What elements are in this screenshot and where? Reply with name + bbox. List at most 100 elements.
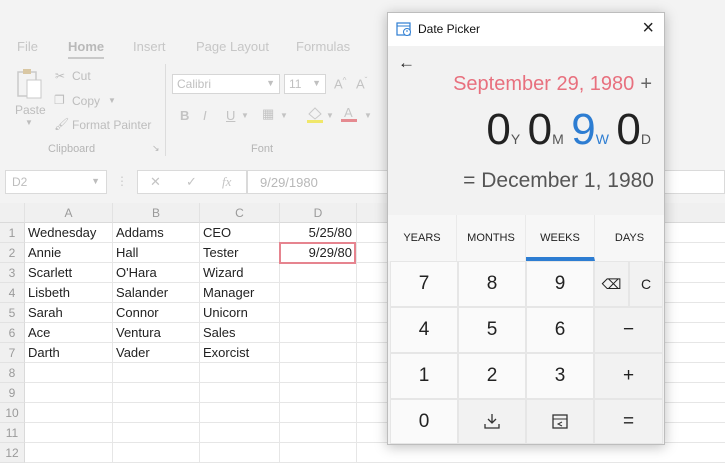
decrease-font-icon[interactable]: Aˇ — [356, 76, 367, 91]
table-cell[interactable] — [113, 363, 200, 383]
table-cell[interactable] — [200, 423, 280, 443]
font-name-combo[interactable]: Calibri ▼ — [172, 74, 280, 94]
table-cell[interactable] — [280, 283, 357, 303]
table-cell[interactable] — [280, 443, 357, 463]
table-cell[interactable] — [25, 423, 113, 443]
tab-file[interactable]: File — [17, 39, 38, 54]
paste-dropdown-icon[interactable]: ▼ — [25, 118, 33, 127]
tab-weeks[interactable]: WEEKS — [526, 215, 595, 261]
table-cell[interactable] — [200, 443, 280, 463]
bold-icon[interactable]: B — [180, 108, 189, 123]
table-cell[interactable] — [280, 423, 357, 443]
table-cell[interactable]: Addams — [113, 223, 200, 243]
table-cell[interactable] — [280, 383, 357, 403]
back-arrow-icon[interactable]: ← — [398, 53, 415, 73]
table-cell[interactable]: Ventura — [113, 323, 200, 343]
key-5[interactable]: 5 — [458, 307, 526, 353]
key-8[interactable]: 8 — [458, 261, 526, 307]
table-cell[interactable] — [280, 403, 357, 423]
close-icon[interactable]: × — [642, 18, 654, 38]
tab-insert[interactable]: Insert — [133, 39, 166, 54]
table-cell[interactable]: Ace — [25, 323, 113, 343]
tab-home[interactable]: Home — [68, 39, 105, 59]
tab-days[interactable]: DAYS — [595, 215, 664, 261]
table-cell[interactable] — [357, 443, 725, 463]
copy-button[interactable]: Copy — [72, 94, 100, 108]
borders-dropdown-icon[interactable]: ▼ — [280, 111, 288, 120]
row-header[interactable]: 11 — [0, 423, 25, 443]
table-cell[interactable]: Lisbeth — [25, 283, 113, 303]
table-cell[interactable] — [25, 363, 113, 383]
table-cell[interactable]: Scarlett — [25, 263, 113, 283]
column-header-b[interactable]: B — [113, 203, 200, 223]
table-cell[interactable]: Sales — [200, 323, 280, 343]
select-all-corner[interactable] — [0, 203, 25, 223]
plus-button[interactable]: + — [594, 353, 663, 399]
table-cell[interactable]: Annie — [25, 243, 113, 263]
row-header[interactable]: 1 — [0, 223, 25, 243]
table-cell[interactable]: Wizard — [200, 263, 280, 283]
table-cell[interactable]: Vader — [113, 343, 200, 363]
row-header[interactable]: 8 — [0, 363, 25, 383]
table-cell[interactable] — [113, 423, 200, 443]
row-header[interactable]: 7 — [0, 343, 25, 363]
table-cell[interactable]: O'Hara — [113, 263, 200, 283]
minus-button[interactable]: − — [594, 307, 663, 353]
table-cell[interactable]: Sarah — [25, 303, 113, 323]
font-size-combo[interactable]: 11 ▼ — [284, 74, 326, 94]
name-box[interactable]: D2 ▼ — [5, 170, 107, 194]
table-cell[interactable]: Connor — [113, 303, 200, 323]
column-header-a[interactable]: A — [25, 203, 113, 223]
key-4[interactable]: 4 — [390, 307, 458, 353]
paste-button[interactable]: Paste — [15, 103, 46, 117]
key-9[interactable]: 9 — [526, 261, 594, 307]
key-1[interactable]: 1 — [390, 353, 458, 399]
table-cell[interactable] — [200, 363, 280, 383]
column-header-c[interactable]: C — [200, 203, 280, 223]
weeks-value[interactable]: 9 — [571, 105, 595, 154]
row-header[interactable]: 4 — [0, 283, 25, 303]
table-cell[interactable] — [113, 383, 200, 403]
table-cell[interactable] — [280, 343, 357, 363]
table-cell[interactable]: Tester — [200, 243, 280, 263]
table-cell[interactable] — [200, 383, 280, 403]
tab-formulas[interactable]: Formulas — [296, 39, 350, 54]
table-cell[interactable] — [25, 383, 113, 403]
insert-function-button[interactable]: fx — [222, 174, 231, 190]
table-cell[interactable]: Wednesday — [25, 223, 113, 243]
clear-button[interactable]: C — [629, 261, 663, 307]
key-6[interactable]: 6 — [526, 307, 594, 353]
years-value[interactable]: 0 — [486, 105, 510, 154]
key-3[interactable]: 3 — [526, 353, 594, 399]
backspace-icon[interactable]: ⌫ — [594, 261, 629, 307]
fill-dropdown-icon[interactable]: ▼ — [326, 111, 334, 120]
table-cell[interactable] — [113, 443, 200, 463]
increase-font-icon[interactable]: A^ — [334, 76, 346, 91]
row-header[interactable]: 10 — [0, 403, 25, 423]
calendar-icon[interactable] — [526, 399, 594, 444]
table-cell[interactable]: Darth — [25, 343, 113, 363]
key-7[interactable]: 7 — [390, 261, 458, 307]
tab-years[interactable]: YEARS — [388, 215, 457, 261]
enter-icon[interactable]: ✓ — [186, 174, 197, 190]
table-cell[interactable] — [280, 363, 357, 383]
fill-color-icon[interactable] — [306, 106, 324, 124]
equals-button[interactable]: = — [594, 399, 663, 444]
row-header[interactable]: 12 — [0, 443, 25, 463]
underline-dropdown-icon[interactable]: ▼ — [241, 111, 249, 120]
underline-icon[interactable]: U — [226, 108, 235, 123]
months-value[interactable]: 0 — [528, 105, 552, 154]
row-header[interactable]: 9 — [0, 383, 25, 403]
table-cell[interactable]: Salander — [113, 283, 200, 303]
key-2[interactable]: 2 — [458, 353, 526, 399]
table-cell[interactable]: Unicorn — [200, 303, 280, 323]
row-header[interactable]: 6 — [0, 323, 25, 343]
table-cell[interactable] — [280, 323, 357, 343]
font-color-dropdown-icon[interactable]: ▼ — [364, 111, 372, 120]
cancel-icon[interactable]: ✕ — [150, 174, 161, 190]
table-cell[interactable]: Hall — [113, 243, 200, 263]
tab-months[interactable]: MONTHS — [457, 215, 526, 261]
table-cell[interactable]: Manager — [200, 283, 280, 303]
start-date[interactable]: September 29, 1980 + — [453, 73, 652, 96]
table-cell[interactable] — [200, 403, 280, 423]
